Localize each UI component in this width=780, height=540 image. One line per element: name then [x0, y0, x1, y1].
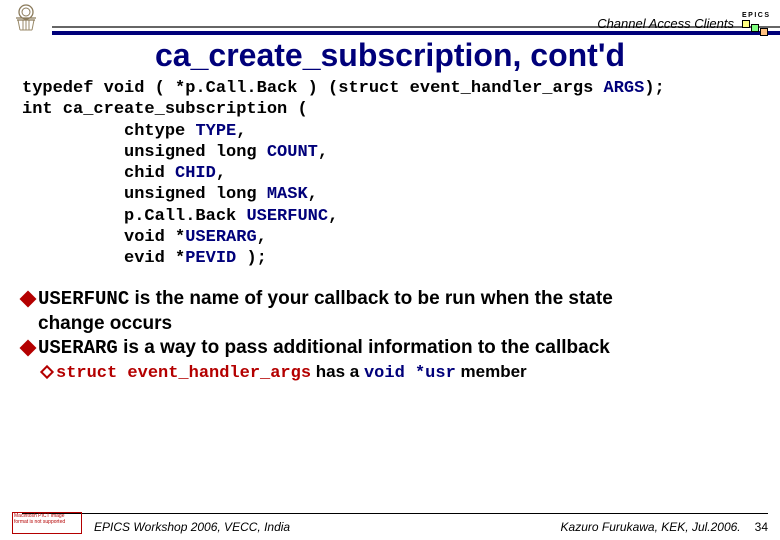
diamond-bullet-icon	[20, 291, 37, 308]
sub-code: void *usr	[364, 364, 456, 383]
bullet-text: is a way to pass additional information …	[118, 337, 610, 358]
sub-text: member	[456, 362, 527, 381]
epics-logo: EPICS	[742, 12, 772, 34]
bullet-code: USERFUNC	[38, 288, 129, 310]
bullet-continuation: change occurs	[22, 312, 758, 336]
slide-footer: Macintosh PICT image format is not suppo…	[0, 512, 780, 534]
page-number: 34	[755, 520, 768, 534]
epics-block-icon	[751, 24, 759, 32]
sub-bullet-item: struct event_handler_args has a void *us…	[42, 361, 758, 384]
channel-label: Channel Access Clients	[597, 16, 734, 31]
emblem-icon	[6, 1, 46, 33]
error-box: Macintosh PICT image format is not suppo…	[12, 512, 82, 534]
epics-block-icon	[742, 20, 750, 28]
footer-right-text: Kazuro Furukawa, KEK, Jul.2006.34	[561, 520, 768, 534]
sub-code: struct event_handler_args	[56, 364, 311, 383]
diamond-bullet-icon	[20, 339, 37, 356]
epics-block-icon	[760, 28, 768, 36]
bullet-text: change occurs	[38, 312, 172, 336]
header-right: Channel Access Clients EPICS	[46, 0, 772, 34]
bullet-item: USERARG is a way to pass additional info…	[22, 336, 758, 361]
bullet-text: is the name of your callback to be run w…	[129, 288, 613, 309]
epics-text: EPICS	[742, 12, 771, 19]
diamond-outline-icon	[40, 364, 54, 378]
content-section: USERFUNC is the name of your callback to…	[0, 269, 780, 384]
bullet-item: USERFUNC is the name of your callback to…	[22, 287, 758, 312]
bullet-code: USERARG	[38, 337, 118, 359]
slide-header: Channel Access Clients EPICS	[0, 0, 780, 34]
slide-title: ca_create_subscription, cont'd	[0, 37, 780, 74]
footer-left-text: EPICS Workshop 2006, VECC, India	[94, 520, 561, 534]
code-block: typedef void ( *p.Call.Back ) (struct ev…	[0, 78, 780, 269]
sub-text: has a	[311, 362, 364, 381]
